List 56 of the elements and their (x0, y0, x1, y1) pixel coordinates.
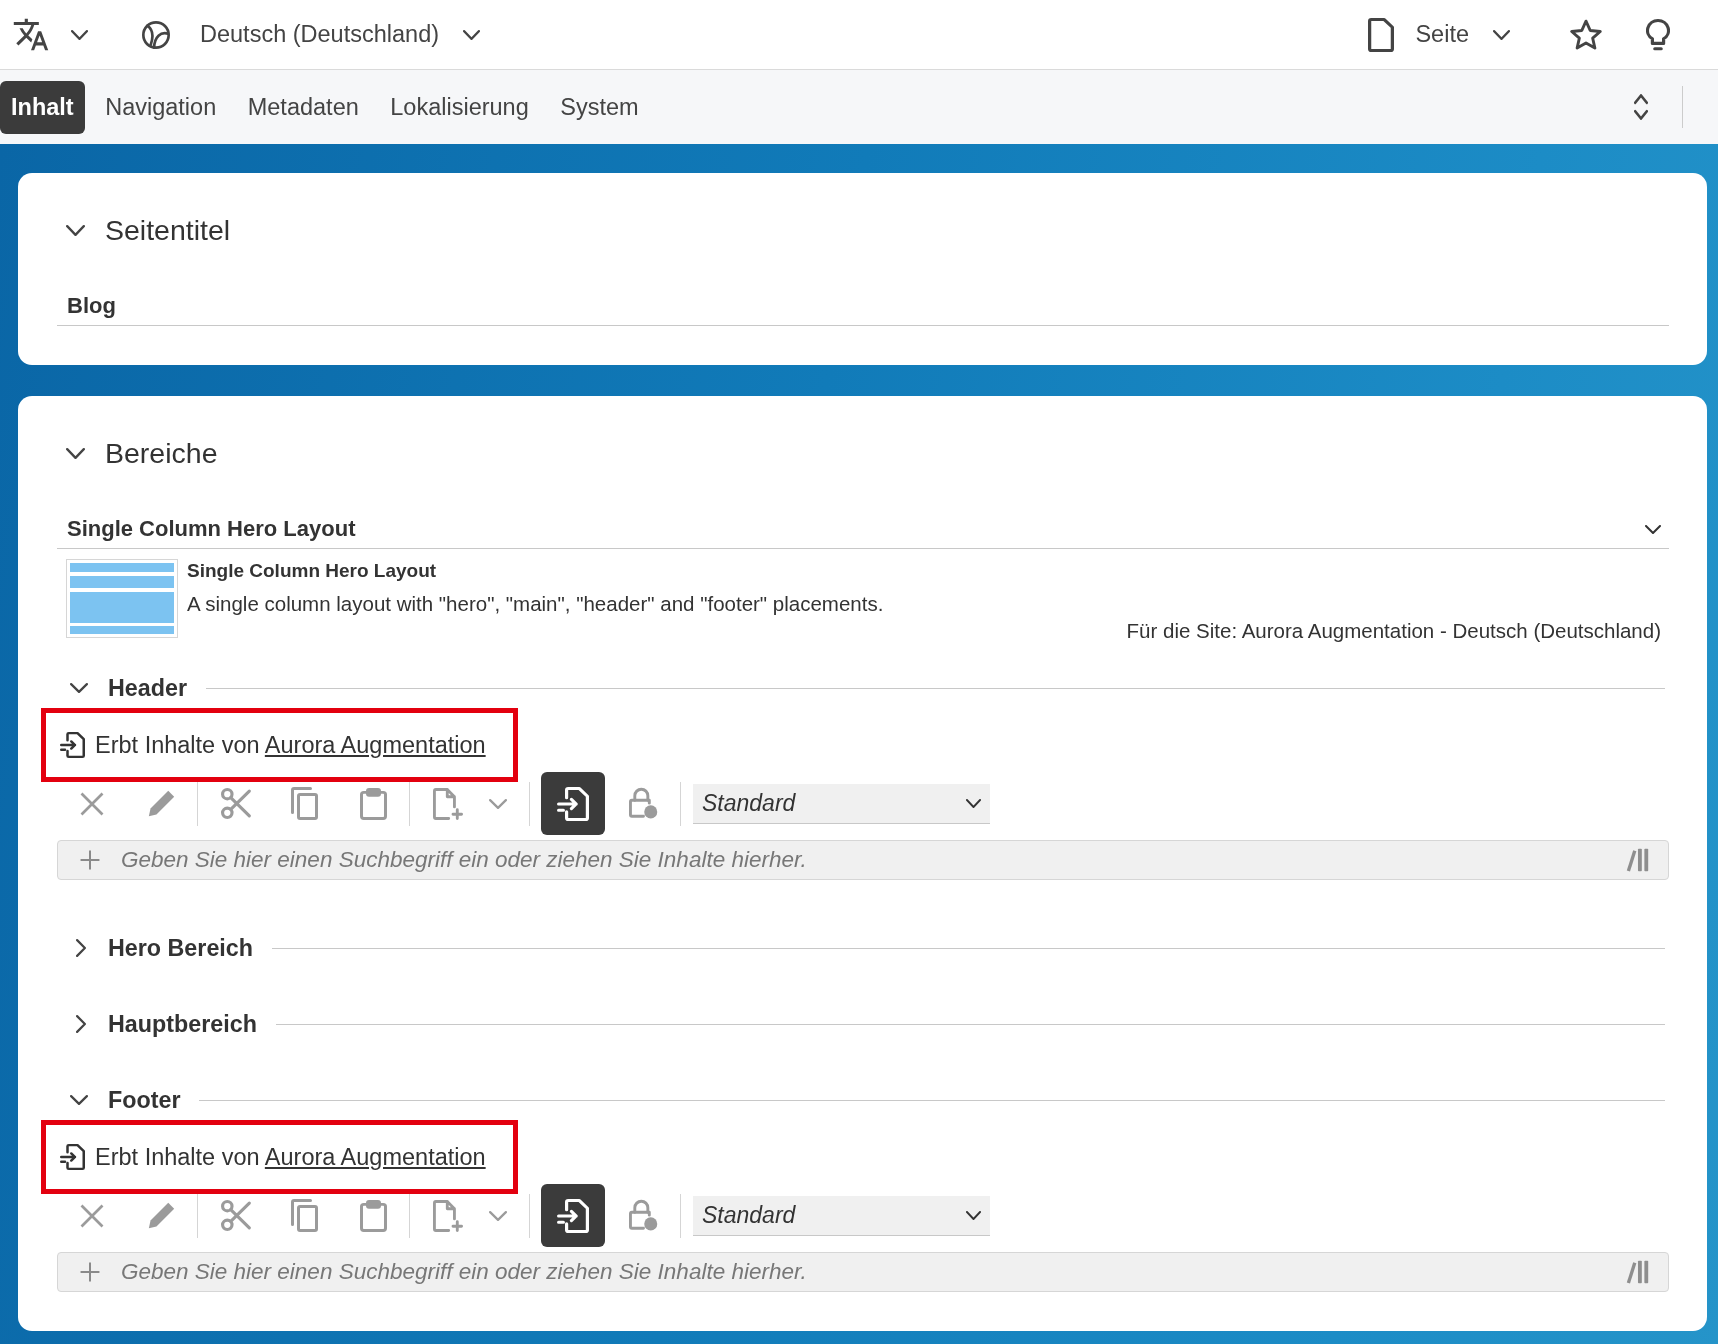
caret-icon (1493, 29, 1510, 40)
star-icon[interactable] (1570, 18, 1602, 51)
tab[interactable]: Navigation (94, 80, 228, 134)
search-input[interactable]: Geben Sie hier einen Suchbegriff ein oder ziehen Sie Inhalte hierher. (121, 1259, 1610, 1285)
placement-title: Hero Bereich (108, 934, 253, 962)
source-link[interactable]: Aurora Augmentation (264, 1143, 486, 1170)
globe-icon (142, 20, 170, 49)
file-import-icon (60, 1144, 85, 1170)
file-import-icon (557, 786, 589, 821)
title-input[interactable]: Blog (57, 286, 1669, 326)
chevron-down-icon[interactable] (66, 224, 85, 236)
up-down-chevron-icon[interactable] (1633, 94, 1648, 120)
caret-icon (966, 1210, 981, 1220)
language-selector[interactable]: Deutsch (Deutschland) (142, 20, 481, 49)
layout-name: Single Column Hero Layout (187, 559, 437, 583)
layout-description: A single column layout with "hero", "main", "header" and "footer" placements. (187, 592, 884, 616)
chevron-down-icon[interactable] (66, 447, 85, 459)
placement-title: Footer (108, 1086, 181, 1114)
library-icon[interactable] (1626, 1260, 1649, 1284)
source-link[interactable]: Aurora Augmentation (264, 731, 486, 758)
tab[interactable]: Lokalisierung (379, 80, 540, 134)
section-title: Bereiche (105, 436, 218, 470)
caret-icon (966, 798, 981, 808)
caret-icon (71, 29, 88, 40)
translate-menu-button[interactable] (13, 18, 88, 51)
inherit-notice: Erbt Inhalte von Aurora Augmentation (95, 1143, 486, 1171)
translate-icon (13, 18, 49, 51)
chevron-right-icon[interactable] (76, 1015, 86, 1033)
chevron-down-icon[interactable] (70, 1095, 88, 1105)
placement-title: Hauptbereich (108, 1010, 257, 1038)
page-menu-button[interactable]: Seite (1368, 17, 1510, 52)
chevron-right-icon[interactable] (76, 939, 86, 957)
plus-icon[interactable] (80, 1262, 100, 1282)
file-icon (1368, 17, 1395, 52)
layout-thumbnail-icon (66, 559, 178, 638)
tab[interactable]: System (549, 80, 650, 134)
file-import-icon (557, 1198, 589, 1233)
caret-icon (463, 29, 481, 40)
search-input[interactable]: Geben Sie hier einen Suchbegriff ein oder ziehen Sie Inhalte hierher. (121, 847, 1610, 873)
caret-icon (1645, 524, 1661, 534)
style-select[interactable]: Standard (693, 783, 990, 824)
inherit-notice: Erbt Inhalte von Aurora Augmentation (95, 731, 486, 759)
section-title: Seitentitel (105, 213, 231, 247)
style-select[interactable]: Standard (693, 1195, 990, 1236)
chevron-down-icon[interactable] (70, 683, 88, 693)
search-field[interactable]: Geben Sie hier einen Suchbegriff ein oder ziehen Sie Inhalte hierher. (57, 1252, 1669, 1292)
placement-title: Header (108, 674, 187, 702)
lightbulb-icon[interactable] (1646, 18, 1670, 51)
tab[interactable]: Metadaten (236, 80, 370, 134)
plus-icon[interactable] (80, 850, 100, 870)
file-import-icon (60, 732, 85, 758)
tab[interactable]: Inhalt (0, 80, 85, 134)
site-note: Für die Site: Aurora Augmentation - Deutsch (Deutschland) (1126, 619, 1661, 643)
layout-select[interactable]: Single Column Hero Layout (57, 510, 1669, 549)
library-icon[interactable] (1626, 848, 1649, 872)
search-field[interactable]: Geben Sie hier einen Suchbegriff ein oder ziehen Sie Inhalte hierher. (57, 840, 1669, 880)
